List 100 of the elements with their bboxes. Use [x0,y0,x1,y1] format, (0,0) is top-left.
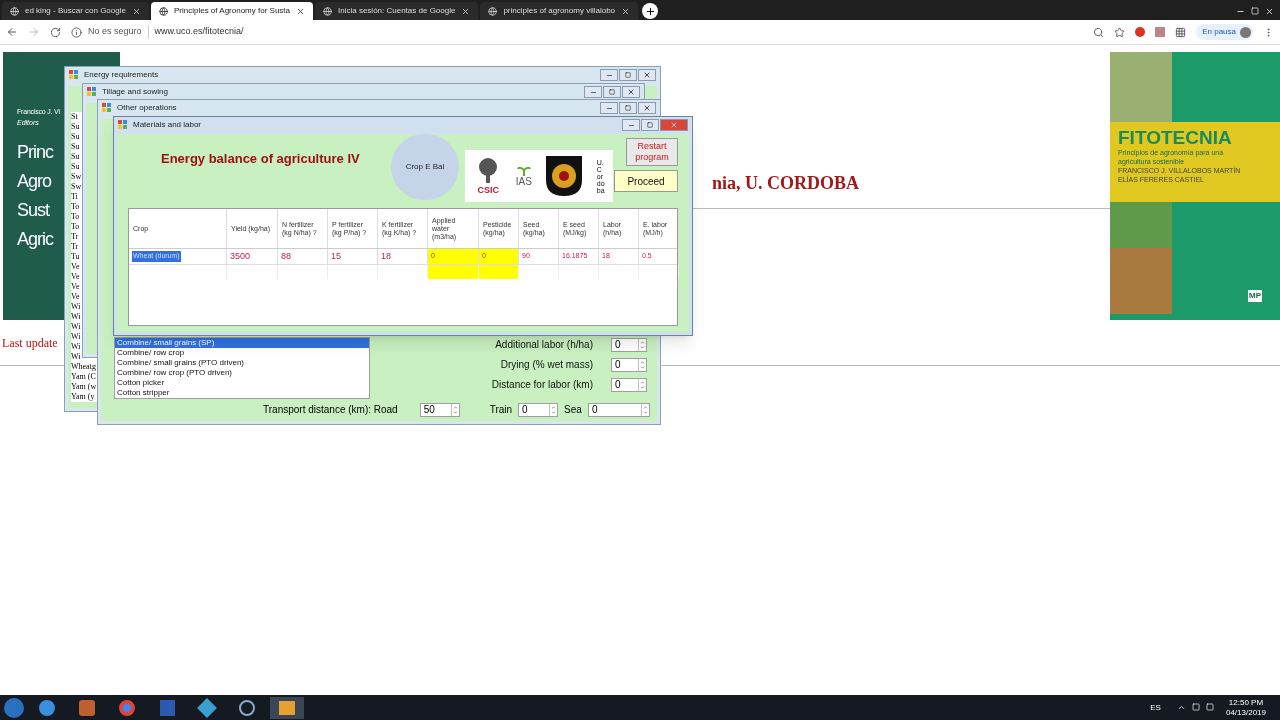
list-item[interactable]: Ve [71,262,80,272]
extension-icon[interactable] [1155,27,1166,37]
field-label: Drying (% wet mass) [500,358,593,372]
list-item[interactable]: St [71,112,78,122]
profile-chip[interactable]: En pausa [1196,24,1253,40]
browser-tab[interactable]: Principles of Agronomy for Susta [150,2,313,20]
url-text: www.uco.es/fitotecnia/ [147,25,244,39]
number-spinner[interactable]: 0 [518,402,559,417]
maximize-button[interactable] [641,119,659,131]
list-item[interactable]: Yam (w [71,382,97,392]
browser-tab[interactable]: ed king - Buscar con Google [2,2,149,20]
list-item[interactable]: Combine/ row crop (PTO driven) [115,368,369,378]
start-orb-icon[interactable] [4,697,24,718]
number-spinner[interactable]: 0 [611,357,647,372]
close-icon [643,104,651,112]
list-item[interactable]: Wheatg [71,362,96,372]
address-bar[interactable]: No es seguro www.uco.es/fitotecnia/ [71,25,1084,39]
browser-tab[interactable]: Inicia sesión: Cuentas de Google [315,2,479,20]
list-item[interactable]: Combine/ row crop [115,348,369,358]
list-item[interactable]: Su [71,122,80,132]
list-item[interactable]: Tr [71,242,79,252]
book-title-line: Agro [17,170,52,193]
list-item[interactable]: Cotton picker [115,378,369,388]
table-cell[interactable]: 3500 [227,249,278,264]
close-button[interactable] [660,119,688,131]
list-item[interactable]: Wi [71,332,81,342]
list-item[interactable]: Wi [71,302,81,312]
list-item[interactable]: Combine/ small grains (SP) [115,338,369,348]
number-spinner[interactable]: 50 [419,402,460,417]
list-item[interactable]: To [71,212,80,222]
list-item[interactable]: Yam (C [71,372,96,382]
list-item[interactable]: Ve [71,282,80,292]
list-item[interactable]: Wi [71,312,81,322]
table-cell[interactable] [479,265,519,279]
favicon-icon [10,6,19,16]
minimize-button[interactable] [600,69,618,81]
number-spinner[interactable]: 0 [611,337,647,352]
table-cell[interactable] [428,265,479,279]
close-icon[interactable] [1265,7,1274,16]
restart-button[interactable]: Restart program [626,138,678,166]
list-item[interactable]: Sw [71,182,82,192]
extension-icon[interactable] [1135,27,1146,37]
reload-icon[interactable] [50,26,61,38]
sprout-icon [516,165,531,176]
book-title-line: Agric [17,228,53,251]
list-item[interactable]: Tu [71,252,80,262]
field-label: Train [489,403,513,417]
list-item[interactable]: To [71,222,80,232]
list-item[interactable]: Yam (y [71,392,95,402]
list-item[interactable]: Sw [71,172,82,182]
back-icon[interactable] [6,26,18,38]
list-item[interactable]: To [71,202,80,212]
minimize-button[interactable] [584,86,602,98]
browser-tab[interactable]: principles of agronomy villalobo [480,2,639,20]
close-button[interactable] [638,69,656,81]
table-cell[interactable]: 15 [328,249,378,264]
list-item[interactable]: Ve [71,292,80,302]
close-tab-icon[interactable] [621,6,631,16]
window-title: Tillage and sowing [102,86,169,98]
favicon-icon [323,6,332,16]
list-item[interactable]: Wi [71,352,81,362]
list-item[interactable]: Cotton stripper [115,388,369,398]
close-button[interactable] [622,86,640,98]
list-item[interactable]: Ve [71,272,80,282]
close-tab-icon[interactable] [461,6,471,16]
list-item[interactable]: Su [71,152,80,162]
close-button[interactable] [638,102,656,114]
logo-text: IAS [515,175,532,187]
info-icon [71,26,82,38]
book-title-line: Princ [17,141,53,164]
minimize-button[interactable] [622,119,640,131]
list-item[interactable]: Tr [71,232,79,242]
close-tab-icon[interactable] [296,6,305,16]
apps-icon[interactable] [1175,26,1187,38]
new-tab-button[interactable] [642,3,659,19]
number-spinner[interactable]: 0 [587,402,650,417]
field-label: Sea [564,403,582,417]
table-cell[interactable]: 88 [278,249,328,264]
list-item[interactable]: Wi [71,342,81,352]
app-icon [102,103,112,113]
last-update-text: Last update [2,335,58,352]
app-icon [87,87,97,97]
bookmark-star-icon[interactable] [1114,26,1126,38]
proceed-button[interactable]: Proceed [614,170,678,192]
list-item[interactable]: Ti [71,192,78,202]
list-item[interactable]: Su [71,142,80,152]
number-spinner[interactable]: 0 [611,377,647,392]
list-item[interactable]: Su [71,162,80,172]
language-indicator[interactable]: ES [1150,701,1161,714]
list-item[interactable]: Combine/ small grains (PTO driven) [115,358,369,368]
clock-date: 04/13/2019 [1225,707,1266,718]
zoom-icon[interactable] [1093,26,1105,38]
list-item[interactable]: Su [71,132,80,142]
book-title: FITOTECNIA [1118,128,1233,148]
maximize-icon[interactable] [1251,7,1259,15]
list-item[interactable]: Wi [71,322,81,332]
minimize-button[interactable] [600,102,618,114]
taskbar-app-icon[interactable] [270,696,304,719]
crop-e-bal-badge: Crop E Bal [391,134,459,200]
close-tab-icon[interactable] [131,6,141,16]
